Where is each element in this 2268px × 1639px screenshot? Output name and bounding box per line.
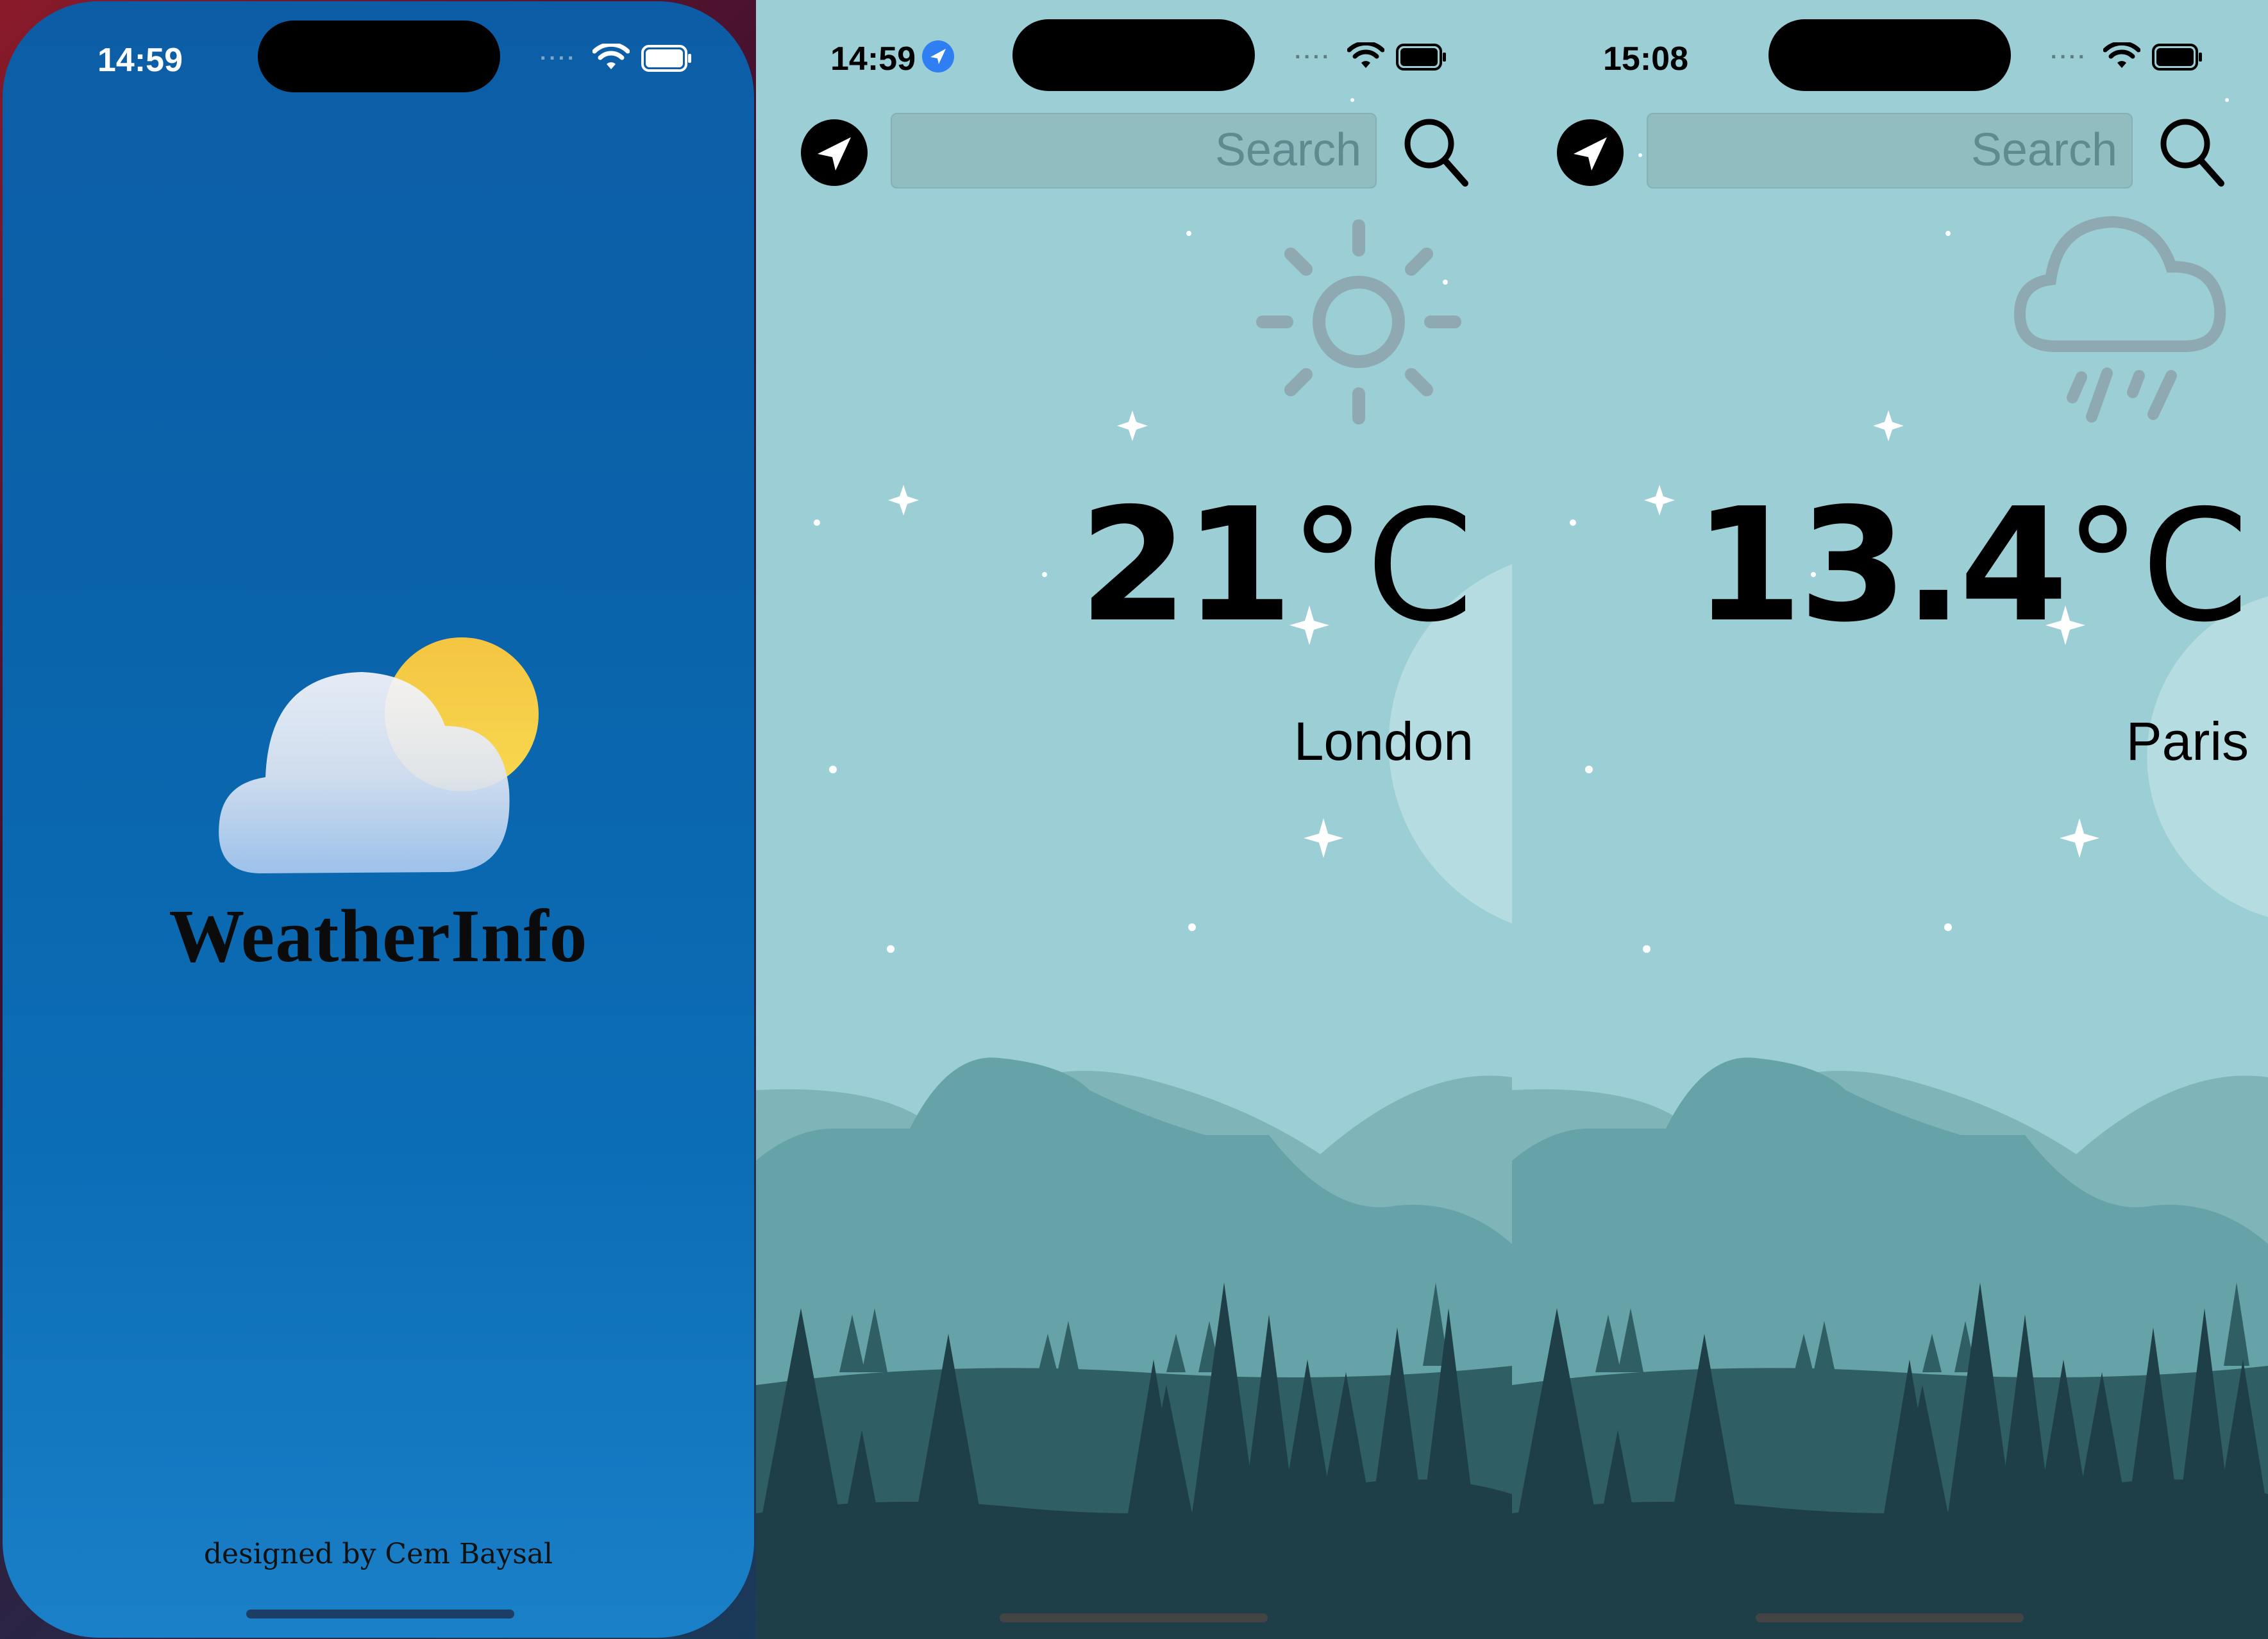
wifi-icon — [2103, 42, 2140, 68]
temperature-unit: °C — [2064, 476, 2249, 656]
weather-screen-paris: 15:08 ···· Search 13.4°C Paris — [1512, 0, 2268, 1639]
wifi-icon — [1347, 42, 1384, 68]
search-icon[interactable] — [1402, 117, 1469, 189]
temperature-display: 13.4°C — [1693, 487, 2249, 644]
cellular-signal-icon: ···· — [1295, 45, 1332, 69]
battery-icon — [2152, 44, 2202, 71]
current-location-button[interactable] — [800, 118, 869, 187]
search-input[interactable]: Search — [891, 113, 1377, 189]
cellular-signal-icon: ···· — [2051, 45, 2088, 69]
dynamic-island — [258, 21, 500, 92]
temperature-value: 13.4 — [1693, 475, 2068, 657]
city-name: Paris — [2126, 711, 2249, 771]
current-location-button[interactable] — [1556, 118, 1625, 187]
cellular-signal-icon: ···· — [540, 46, 577, 71]
cloud-sun-icon — [219, 637, 539, 873]
dynamic-island — [1012, 19, 1255, 91]
home-indicator[interactable] — [1756, 1613, 2024, 1622]
temperature-display: 21°C — [1079, 487, 1474, 644]
dynamic-island — [1768, 19, 2011, 91]
temperature-value: 21 — [1079, 475, 1293, 657]
temperature-unit: °C — [1289, 476, 1474, 656]
location-active-icon — [922, 40, 954, 72]
status-time: 15:08 — [1603, 40, 1688, 78]
battery-icon — [641, 45, 691, 72]
search-input[interactable]: Search — [1647, 113, 2133, 189]
designer-credit: designed by Cem Baysal — [203, 1538, 553, 1570]
sun-icon — [1256, 219, 1461, 424]
status-time: 14:59 — [830, 40, 916, 78]
home-indicator[interactable] — [246, 1610, 514, 1618]
weather-screen-london: 14:59 ···· Search 21°C London — [756, 0, 1512, 1639]
status-time: 14:59 — [97, 42, 183, 79]
city-name: London — [1293, 711, 1474, 771]
search-icon[interactable] — [2158, 117, 2225, 189]
app-title: WeatherInfo — [169, 894, 588, 978]
battery-icon — [1396, 44, 1446, 71]
cloud-rain-icon — [2013, 215, 2226, 423]
splash-phone-frame: 14:59 ···· WeatherInfo designed by Cem B… — [3, 1, 754, 1638]
wifi-icon — [592, 44, 630, 69]
splash-screen: 14:59 ···· WeatherInfo designed by Cem B… — [0, 0, 756, 1639]
home-indicator[interactable] — [1000, 1613, 1268, 1622]
